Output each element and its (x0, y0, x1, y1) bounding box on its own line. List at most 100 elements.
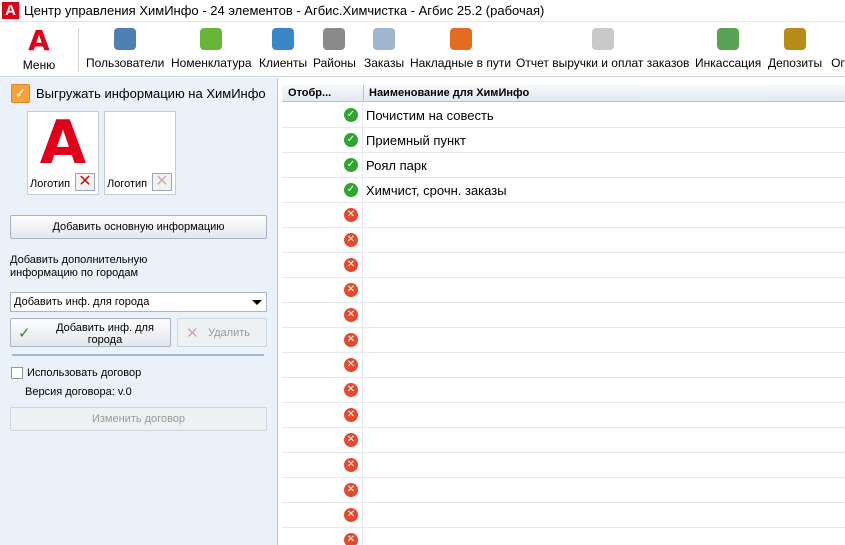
name-cell[interactable]: Роял парк (366, 158, 427, 173)
table-row[interactable]: ✓ Химчист, срочн. заказы (282, 178, 845, 203)
display-cell[interactable]: ✕ (282, 228, 363, 252)
toolbar-users-button[interactable]: Пользователи (86, 28, 164, 74)
add-main-info-button[interactable]: Добавить основную информацию (10, 215, 267, 239)
display-cell[interactable]: ✕ (282, 528, 363, 545)
toolbar-label: Районы (313, 56, 356, 70)
cross-circle-icon: ✕ (344, 208, 358, 222)
name-cell[interactable]: Приемный пункт (366, 133, 466, 148)
buildings-icon (323, 28, 346, 50)
table-row[interactable]: ✕ (282, 328, 845, 353)
display-cell[interactable]: ✕ (282, 203, 363, 227)
report-icon (591, 28, 614, 50)
contract-version-text: Версия договора: v.0 (25, 386, 132, 398)
use-contract-checkbox[interactable] (11, 367, 23, 379)
display-cell[interactable]: ✕ (282, 478, 363, 502)
table-row[interactable]: ✓ Почистим на совесть (282, 103, 845, 128)
table-row[interactable]: ✕ (282, 378, 845, 403)
change-contract-button[interactable]: Изменить договор (10, 407, 267, 431)
table-row[interactable]: ✕ (282, 353, 845, 378)
table-row[interactable]: ✕ (282, 403, 845, 428)
delete-label: Удалить (208, 327, 250, 339)
chevron-down-icon[interactable] (252, 300, 262, 305)
toolbar-encashment-button[interactable]: Инкассация (695, 28, 761, 74)
add-city-info-label-2: города (87, 334, 123, 346)
cross-circle-icon: ✕ (344, 483, 358, 497)
deposit-icon (784, 28, 807, 50)
add-city-info-button[interactable]: ✓ Добавить инф. для города (10, 318, 171, 347)
cross-circle-icon: ✕ (344, 383, 358, 397)
name-cell[interactable]: Почистим на совесть (366, 108, 494, 123)
toolbar-clients-button[interactable]: Клиенты (259, 28, 307, 74)
add-cities-text-1: Добавить дополнительную (10, 254, 148, 266)
toolbar-label: Отчет выручки и оплат заказов (516, 56, 690, 70)
toolbar-separator (78, 28, 79, 72)
table-row[interactable]: ✕ (282, 303, 845, 328)
toolbar-more-button[interactable]: Оп (828, 28, 845, 74)
column-divider[interactable] (363, 85, 364, 102)
toolbar-nomenclature-button[interactable]: Номенклатура (171, 28, 252, 74)
display-cell[interactable]: ✓ (282, 103, 363, 127)
check-circle-icon: ✓ (344, 183, 358, 197)
logo-image: A (31, 113, 95, 173)
table-row[interactable]: ✕ (282, 428, 845, 453)
export-checkbox-row[interactable]: ✓ Выгружать информацию на ХимИнфо (11, 83, 266, 103)
logo-slot-1[interactable]: A Логотип ✕ (27, 111, 99, 195)
display-cell[interactable]: ✕ (282, 503, 363, 527)
logo-slot-2[interactable]: Логотип ✕ (104, 111, 176, 195)
menu-button[interactable]: A Меню (18, 26, 60, 74)
cross-circle-icon: ✕ (344, 358, 358, 372)
title-bar: A Центр управления ХимИнфо - 24 элементо… (0, 0, 845, 22)
table-row[interactable]: ✓ Роял парк (282, 153, 845, 178)
table-row[interactable]: ✕ (282, 503, 845, 528)
app-logo-icon: A (2, 2, 19, 19)
table-row[interactable]: ✕ (282, 278, 845, 303)
display-cell[interactable]: ✕ (282, 303, 363, 327)
display-cell[interactable]: ✕ (282, 278, 363, 302)
toolbar-districts-button[interactable]: Районы (313, 28, 356, 74)
toolbar-waybills-button[interactable]: Накладные в пути (410, 28, 511, 74)
toolbar-label: Заказы (364, 56, 405, 70)
toolbar-revenue-report-button[interactable]: Отчет выручки и оплат заказов (516, 28, 689, 74)
display-cell[interactable]: ✓ (282, 153, 363, 177)
grid-body: ✓ Почистим на совесть ✓ Приемный пункт ✓ Роял… (282, 103, 845, 545)
toolbar-deposits-button[interactable]: Депозиты (768, 28, 822, 74)
logo-label: Логотип (30, 178, 71, 190)
column-header-display[interactable]: Отобр... (288, 87, 331, 99)
display-cell[interactable]: ✓ (282, 128, 363, 152)
name-cell[interactable]: Химчист, срочн. заказы (366, 183, 507, 198)
delete-button[interactable]: ✕ Удалить (177, 318, 267, 347)
table-row[interactable]: ✕ (282, 203, 845, 228)
toolbar: A Меню Пользователи Номенклатура Клиенты… (0, 22, 845, 77)
info-grid: Отобр... Наименование для ХимИнфо ✓ Почис… (282, 85, 845, 545)
display-cell[interactable]: ✓ (282, 178, 363, 202)
table-row[interactable]: ✕ (282, 453, 845, 478)
display-cell[interactable]: ✕ (282, 453, 363, 477)
display-cell[interactable]: ✕ (282, 403, 363, 427)
city-select[interactable]: Добавить инф. для города (10, 292, 267, 312)
table-row[interactable]: ✕ (282, 253, 845, 278)
export-checkbox[interactable]: ✓ (11, 83, 30, 103)
table-row[interactable]: ✕ (282, 528, 845, 545)
grid-header: Отобр... Наименование для ХимИнфо (282, 85, 845, 102)
remove-logo-button[interactable]: ✕ (152, 173, 172, 191)
display-cell[interactable]: ✕ (282, 353, 363, 377)
basket-icon (200, 28, 223, 50)
check-circle-icon: ✓ (344, 158, 358, 172)
remove-logo-button[interactable]: ✕ (75, 173, 95, 191)
table-row[interactable]: ✕ (282, 478, 845, 503)
table-row[interactable]: ✓ Приемный пункт (282, 128, 845, 153)
display-cell[interactable]: ✕ (282, 253, 363, 277)
display-cell[interactable]: ✕ (282, 378, 363, 402)
table-row[interactable]: ✕ (282, 228, 845, 253)
display-cell[interactable]: ✕ (282, 328, 363, 352)
money-icon (717, 28, 740, 50)
display-cell[interactable]: ✕ (282, 428, 363, 452)
export-checkbox-label: Выгружать информацию на ХимИнфо (36, 85, 266, 101)
toolbar-label: Депозиты (768, 56, 823, 70)
cross-circle-icon: ✕ (344, 508, 358, 522)
toolbar-orders-button[interactable]: Заказы (364, 28, 404, 74)
add-city-info-label-1: Добавить инф. для (56, 322, 154, 334)
menu-logo-icon: A (28, 24, 50, 57)
column-header-name[interactable]: Наименование для ХимИнфо (369, 87, 529, 99)
left-panel: ✓ Выгружать информацию на ХимИнфо A Лого… (0, 78, 278, 545)
